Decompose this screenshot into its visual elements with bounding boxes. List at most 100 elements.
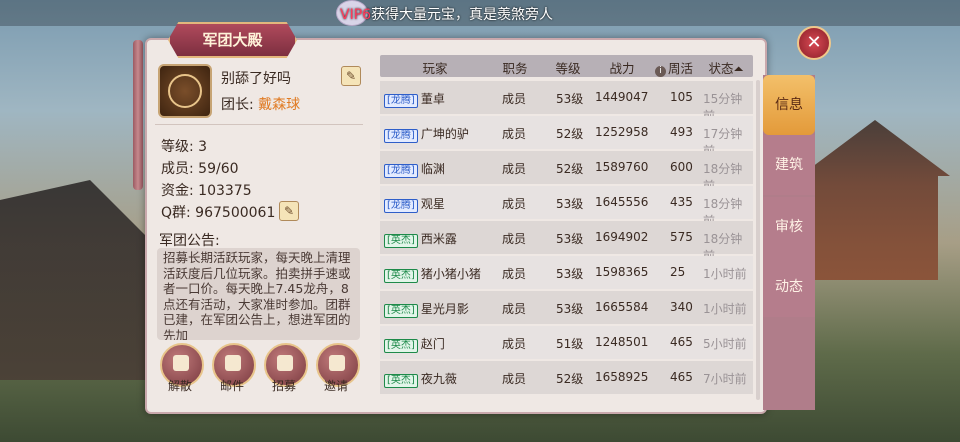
table-row[interactable]: [英杰] 猪小猪小猪 成员 53级 1598365 25 1小时前	[380, 256, 753, 289]
table-row[interactable]: [龙腾]广坤的驴成员52级125295849317分钟前	[380, 116, 753, 158]
table-row[interactable]: [龙腾]董卓成员53级144904710515分钟前	[380, 81, 753, 123]
level-cell: 53级	[556, 302, 584, 316]
weekly-cell: 575	[670, 230, 693, 244]
mail-label: 邮件	[219, 379, 244, 393]
status-cell: 1小时前	[703, 302, 747, 316]
weekly-cell: 25	[670, 265, 686, 279]
tab-review[interactable]: 审核	[763, 197, 815, 257]
recruit-icon	[277, 355, 293, 371]
role-cell: 成员	[502, 337, 527, 351]
faction-tag: [龙腾]	[384, 129, 418, 143]
invite-icon	[329, 355, 345, 371]
vip-label: VIP6	[340, 7, 372, 23]
power-cell: 1665584	[595, 300, 649, 314]
pagoda-building	[800, 120, 950, 280]
guild-qq: Q群: 967500061	[161, 205, 276, 221]
guild-name: 别舔了好吗	[221, 71, 291, 87]
player-cell: [龙腾] 广坤的驴	[384, 125, 494, 143]
guild-members: 成员: 59/60	[161, 161, 239, 177]
header-level[interactable]: 等级	[548, 58, 588, 77]
level-cell: 52级	[556, 162, 584, 176]
status-cell: 7小时前	[703, 372, 747, 386]
table-row[interactable]: [龙腾]观星成员53级164555643518分钟前	[380, 186, 753, 228]
level-cell: 53级	[556, 92, 584, 106]
header-weekly[interactable]: i 周活	[652, 58, 696, 77]
table-row[interactable]: [英杰] 夜九薇 成员 52级 1658925 465 7小时前	[380, 361, 753, 394]
header-weekly-label: 周活	[667, 61, 693, 76]
header-player[interactable]: 玩家	[410, 58, 460, 77]
level-cell: 52级	[556, 127, 584, 141]
player-cell: [英杰] 西米露	[384, 230, 494, 248]
status-cell: 5小时前	[703, 337, 747, 351]
power-cell: 1248501	[595, 335, 649, 349]
ticker-text: 获得大量元宝，真是羡煞旁人	[371, 7, 554, 23]
role-cell: 成员	[502, 302, 527, 316]
door-icon	[173, 355, 189, 371]
edit-name-pencil-icon[interactable]: ✎	[341, 66, 361, 86]
leader-name[interactable]: 戴森球	[258, 97, 300, 113]
faction-tag: [英杰]	[384, 374, 418, 388]
header-status[interactable]: 状态⏶	[702, 58, 750, 77]
player-cell: [英杰] 赵门	[384, 335, 494, 353]
tab-buildings[interactable]: 建筑	[763, 135, 815, 195]
guild-emblem-icon	[158, 64, 212, 118]
table-row[interactable]: [龙腾]临渊成员52级158976060018分钟前	[380, 151, 753, 193]
player-name: 临渊	[420, 162, 445, 176]
role-cell: 成员	[502, 197, 527, 211]
table-row[interactable]: [英杰]西米露成员53级169490257518分钟前	[380, 221, 753, 263]
player-cell: [龙腾] 董卓	[384, 90, 494, 108]
decorative-ribbon	[133, 40, 143, 190]
level-cell: 52级	[556, 372, 584, 386]
table-row[interactable]: [英杰] 赵门 成员 51级 1248501 465 5小时前	[380, 326, 753, 359]
player-cell: [英杰] 星光月影	[384, 300, 494, 318]
role-cell: 成员	[502, 162, 527, 176]
notice-box: 招募长期活跃玩家，每天晚上清理活跃度后几位玩家。拍卖拼手速或者一口价。每天晚上7…	[157, 248, 360, 340]
info-icon: i	[654, 66, 666, 77]
sort-up-icon: ⏶	[733, 61, 744, 76]
player-name: 西米露	[420, 232, 457, 246]
power-cell: 1598365	[595, 265, 649, 279]
faction-tag: [英杰]	[384, 339, 418, 353]
level-cell: 53级	[556, 267, 584, 281]
divider	[155, 124, 363, 125]
player-name: 广坤的驴	[420, 127, 469, 141]
role-cell: 成员	[502, 267, 527, 281]
recruit-label: 招募	[271, 379, 296, 393]
level-cell: 53级	[556, 197, 584, 211]
weekly-cell: 465	[670, 335, 693, 349]
weekly-cell: 340	[670, 300, 693, 314]
tab-info[interactable]: 信息	[763, 75, 815, 135]
tab-activity[interactable]: 动态	[763, 257, 815, 317]
header-status-label: 状态	[708, 61, 734, 76]
role-cell: 成员	[502, 372, 527, 386]
table-scrollbar[interactable]	[756, 80, 760, 400]
header-power[interactable]: 战力	[602, 58, 642, 77]
notice-title: 军团公告:	[159, 233, 220, 249]
power-cell: 1252958	[595, 125, 649, 139]
player-cell: [英杰] 猪小猪小猪	[384, 265, 494, 283]
faction-tag: [龙腾]	[384, 164, 418, 178]
role-cell: 成员	[502, 127, 527, 141]
status-cell: 1小时前	[703, 267, 747, 281]
table-row[interactable]: [英杰] 星光月影 成员 53级 1665584 340 1小时前	[380, 291, 753, 324]
player-cell: [龙腾] 观星	[384, 195, 494, 213]
faction-tag: [英杰]	[384, 269, 418, 283]
leader-label: 团长:	[221, 97, 254, 113]
player-name: 董卓	[420, 92, 445, 106]
mail-icon	[225, 355, 241, 371]
player-name: 观星	[420, 197, 445, 211]
weekly-cell: 493	[670, 125, 693, 139]
player-name: 猪小猪小猪	[420, 267, 481, 281]
header-role[interactable]: 职务	[495, 58, 535, 77]
player-name: 赵门	[420, 337, 445, 351]
faction-tag: [英杰]	[384, 304, 418, 318]
edit-qq-pencil-icon[interactable]: ✎	[279, 201, 299, 221]
power-cell: 1589760	[595, 160, 649, 174]
power-cell: 1645556	[595, 195, 649, 209]
weekly-cell: 435	[670, 195, 693, 209]
window-title: 军团大殿	[168, 22, 297, 58]
power-cell: 1449047	[595, 90, 649, 104]
close-button[interactable]: ✕	[797, 26, 831, 60]
role-cell: 成员	[502, 232, 527, 246]
disband-label: 解散	[167, 379, 192, 393]
